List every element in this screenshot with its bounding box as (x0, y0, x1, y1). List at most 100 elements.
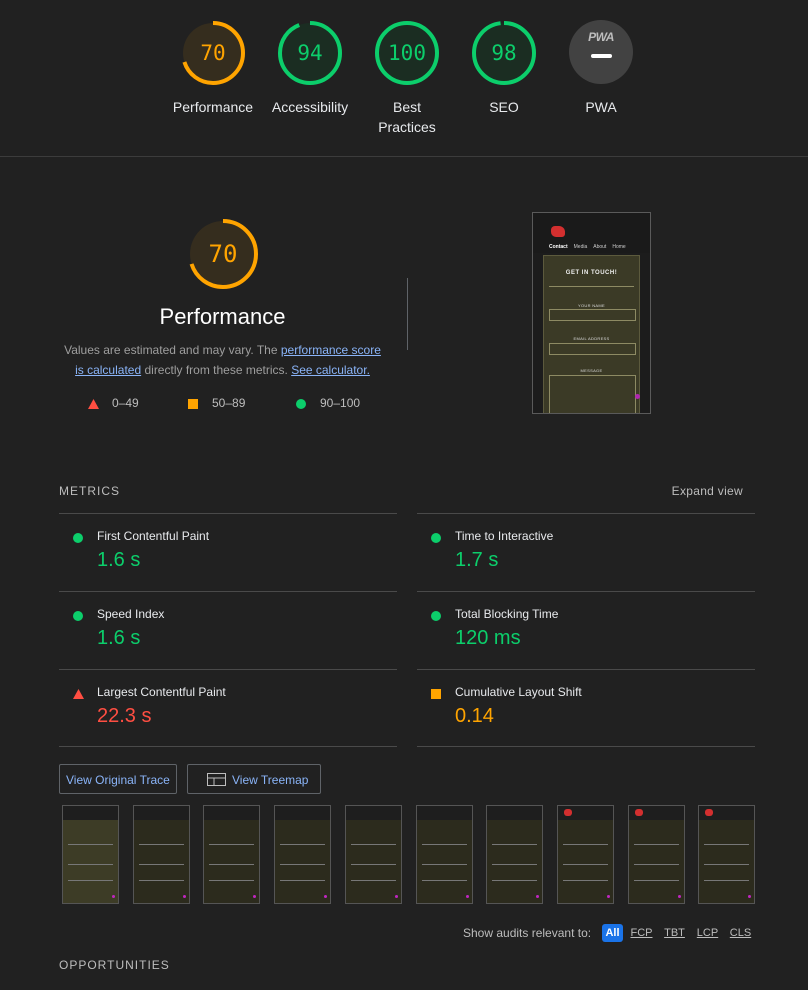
gauge-ring: 70 (180, 20, 246, 86)
filter-chip-tbt[interactable]: TBT (662, 924, 687, 942)
performance-description: Values are estimated and may vary. The p… (60, 340, 385, 380)
frame-line (209, 864, 255, 865)
frame-line (421, 880, 467, 881)
badge-dot-icon (253, 895, 257, 898)
nav-link: Home (612, 244, 626, 250)
divider (407, 278, 408, 350)
frame-line (68, 864, 113, 865)
metric-lcp: Largest Contentful Paint 22.3 s (59, 670, 397, 747)
filmstrip-frame (698, 805, 756, 904)
desc-text: directly from these metrics. (141, 363, 292, 377)
screenshot-form: GET IN TOUCH! YOUR NAME EMAIL ADDRESS ME… (543, 255, 640, 413)
frame-line (633, 844, 679, 845)
gauge-label: Accessibility (271, 99, 349, 115)
field-label: MESSAGE (580, 368, 603, 373)
frame-line (280, 864, 326, 865)
filmstrip-frame (62, 805, 119, 904)
badge-dot-icon (394, 895, 398, 898)
badge-dot-icon (112, 895, 115, 898)
legend-range: 0–49 (112, 396, 139, 410)
filter-chip-fcp[interactable]: FCP (629, 924, 654, 942)
gauge-label: Best Practices (378, 99, 436, 135)
gauge-ring: 94 (277, 20, 343, 86)
frame-line (138, 844, 184, 845)
frame-nav (416, 806, 472, 820)
metric-title: Largest Contentful Paint (97, 685, 226, 699)
gauge-score: 100 (388, 41, 426, 65)
frame-line (350, 880, 396, 881)
field-box (549, 309, 636, 321)
frame-nav (345, 806, 401, 820)
metric-fcp: First Contentful Paint 1.6 s (59, 514, 397, 591)
frame-line (492, 864, 538, 865)
expand-view-toggle[interactable]: Expand view (672, 484, 743, 498)
pwa-badge-icon: PWA (569, 20, 633, 84)
pass-circle-icon (431, 533, 441, 543)
filter-chip-all[interactable]: All (602, 924, 623, 942)
metric-tbt: Total Blocking Time 120 ms (417, 592, 755, 669)
fail-triangle-icon (73, 689, 84, 699)
gauge-ring: 98 (471, 20, 537, 86)
frame-nav (133, 806, 189, 820)
logo-icon (563, 809, 572, 816)
divider (59, 746, 397, 747)
final-screenshot[interactable]: Contact Media About Home GET IN TOUCH! YOUR… (532, 212, 651, 414)
frame-line (138, 880, 184, 881)
desc-text: Values are estimated and may vary. The (64, 343, 281, 357)
view-treemap-button[interactable]: View Treemap (187, 764, 321, 794)
logo-icon (634, 809, 643, 816)
gauge-score: 94 (297, 41, 323, 65)
filmstrip-frame (344, 805, 402, 904)
gauge-accessibility[interactable]: 94 Accessibility (265, 20, 355, 117)
view-original-trace-button[interactable]: View Original Trace (59, 764, 177, 794)
pwa-dash-icon (591, 54, 612, 58)
gauge-seo[interactable]: 98 SEO (459, 20, 549, 117)
logo-icon (705, 809, 714, 816)
filter-chip-lcp[interactable]: LCP (695, 924, 720, 942)
frame-line (562, 864, 608, 865)
filmstrip-frame (415, 805, 473, 904)
square-icon (188, 399, 198, 409)
metric-value: 1.6 s (97, 627, 141, 649)
metric-value: 22.3 s (97, 705, 152, 727)
logo-icon (551, 226, 565, 237)
badge-dot-icon (606, 895, 610, 898)
frame-line (209, 880, 255, 881)
filmstrip-frame (556, 805, 614, 904)
screenshot-nav-links: Contact Media About Home (549, 244, 632, 250)
frame-line (138, 864, 184, 865)
gauge-performance[interactable]: 70 Performance (168, 20, 258, 117)
filter-label: Show audits relevant to: (463, 926, 592, 940)
filmstrip-frame (627, 805, 685, 904)
metric-value: 0.14 (455, 705, 494, 727)
frame-line (492, 844, 538, 845)
frame-line (562, 844, 608, 845)
metric-value: 1.6 s (97, 549, 141, 571)
gauge-label: SEO (489, 99, 519, 115)
divider (417, 746, 755, 747)
frame-line (704, 844, 750, 845)
badge-dot-icon (677, 895, 681, 898)
frame-nav (204, 806, 260, 820)
frame-line (209, 844, 255, 845)
filter-chip-cls[interactable]: CLS (728, 924, 753, 942)
gauge-pwa[interactable]: PWA PWA (556, 20, 646, 117)
see-calculator-link[interactable]: See calculator. (291, 363, 370, 377)
frame-nav (63, 806, 118, 820)
badge-dot-icon (748, 895, 752, 898)
gauge-label: Performance (172, 99, 254, 115)
frame-line (68, 880, 113, 881)
gauge-best-practices[interactable]: 100 Best Practices (362, 20, 452, 137)
badge-dot-icon (324, 895, 328, 898)
pass-circle-icon (73, 611, 83, 621)
gauge-score: 70 (200, 41, 226, 65)
frame-line (421, 864, 467, 865)
screenshot-heading: GET IN TOUCH! (565, 270, 618, 276)
gauge-ring: 100 (374, 20, 440, 86)
opportunities-heading: OPPORTUNITIES (59, 958, 170, 972)
frame-line (633, 864, 679, 865)
metric-value: 1.7 s (455, 549, 499, 571)
frame-line (350, 844, 396, 845)
metric-value: 120 ms (455, 627, 521, 649)
treemap-icon (207, 773, 226, 786)
